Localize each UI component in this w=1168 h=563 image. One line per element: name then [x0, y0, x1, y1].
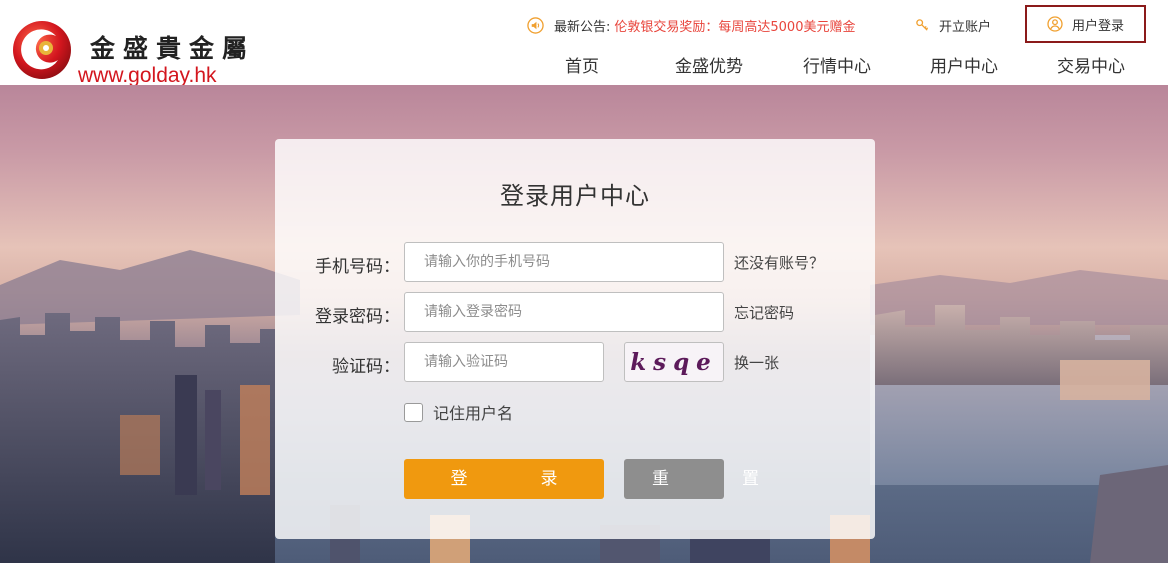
nav-market-center[interactable]: 行情中心 [803, 52, 871, 82]
announcement-text[interactable]: 伦敦银交易奖励：每周高达5000美元赠金 [614, 16, 855, 35]
register-link[interactable]: 还没有账号？ [734, 252, 824, 273]
captcha-label: 验证码： [332, 357, 400, 377]
login-panel: 登录用户中心 手机号码： 还没有账号？ 登录密码： 忘记密码 验证码： ksqe… [275, 139, 875, 539]
nav-home[interactable]: 首页 [565, 52, 599, 82]
phone-label: 手机号码： [315, 257, 400, 277]
phone-input[interactable] [404, 242, 724, 282]
speaker-icon [527, 16, 544, 34]
key-icon [916, 18, 929, 31]
forgot-password-link[interactable]: 忘记密码 [734, 302, 794, 323]
user-login-label: 用户登录 [1071, 18, 1124, 34]
refresh-captcha-link[interactable]: 换一张 [734, 352, 779, 373]
main-nav: 首页 金盛优势 行情中心 用户中心 交易中心 [0, 52, 1168, 82]
login-title: 登录用户中心 [500, 182, 650, 210]
password-input[interactable] [404, 292, 724, 332]
nav-trading-center[interactable]: 交易中心 [1057, 52, 1125, 82]
announcement-label: 最新公告: [554, 19, 611, 35]
password-label: 登录密码： [315, 307, 400, 327]
captcha-text: ksqe [630, 348, 718, 376]
user-login-button[interactable]: 用户登录 [1025, 5, 1146, 43]
remember-username[interactable]: 记住用户名 [404, 400, 513, 424]
open-account-link[interactable]: 开立账户 [915, 14, 991, 36]
captcha-input[interactable] [404, 342, 604, 382]
login-button[interactable]: 登 录 [404, 459, 604, 499]
announcement-bar[interactable]: 最新公告: 伦敦银交易奖励：每周高达5000美元赠金 [527, 14, 855, 36]
nav-user-center[interactable]: 用户中心 [930, 52, 998, 82]
remember-checkbox[interactable] [404, 402, 423, 422]
user-icon [1047, 16, 1063, 32]
nav-advantages[interactable]: 金盛优势 [675, 52, 743, 82]
remember-label: 记住用户名 [433, 404, 514, 423]
open-account-label: 开立账户 [939, 19, 992, 35]
site-header: 金盛貴金屬 www.golday.hk 最新公告: 伦敦银交易奖励：每周高达50… [0, 0, 1168, 87]
reset-button[interactable]: 重 置 [624, 459, 759, 499]
captcha-image[interactable]: ksqe [624, 342, 724, 382]
